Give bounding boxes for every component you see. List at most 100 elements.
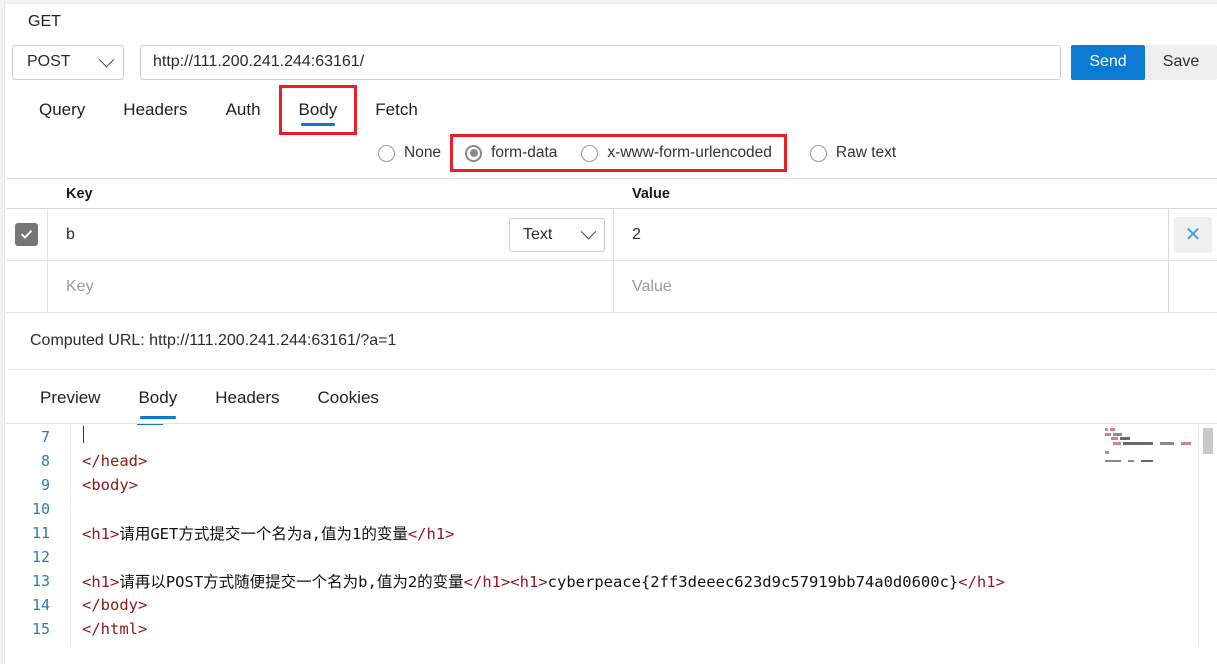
window-left-edge [0, 0, 5, 664]
http-method-dropdown[interactable]: POST [12, 44, 124, 80]
editor-minimap[interactable] [1105, 428, 1195, 462]
main-content: GET POST Send Save Query Headers Auth [6, 5, 1217, 645]
editor-line: 11 <h1>请用GET方式提交一个名为a,值为1的变量</h1> [6, 521, 1217, 545]
row-key-cell[interactable]: b Text [48, 209, 614, 260]
radio-form-data[interactable]: form-data [453, 138, 569, 168]
minimap-line [1105, 437, 1195, 441]
minimap-token [1136, 460, 1139, 462]
request-method-heading-label: GET [28, 12, 61, 30]
response-code-editor[interactable]: 7 8 </head> 9 <body> 10 11 <h1>请用GET方式提交一个名为a,值… [6, 423, 1217, 645]
tab-body[interactable]: Body [278, 85, 358, 135]
row-enabled-cell [6, 209, 48, 260]
editor-scrollbar-thumb[interactable] [1203, 428, 1213, 454]
send-button[interactable]: Send [1071, 44, 1145, 80]
minimap-token [1155, 441, 1158, 445]
minimap-line [1105, 446, 1195, 449]
tab-query[interactable]: Query [22, 88, 102, 132]
row-key-value: b [66, 225, 75, 243]
minimap-line [1105, 428, 1195, 431]
radio-raw-text[interactable]: Raw text [798, 138, 908, 168]
minimap-token [1141, 460, 1153, 462]
minimap-token [1181, 441, 1191, 445]
radio-x-www-form-urlencoded[interactable]: x-www-form-urlencoded [569, 138, 784, 168]
editor-line-number: 15 [31, 620, 50, 638]
minimap-line [1105, 456, 1195, 459]
editor-line-content: <h1>请再以POST方式随便提交一个名为b,值为2的变量</h1><h1>cy… [58, 570, 1005, 592]
minimap-token [1105, 437, 1109, 441]
minimap-token [1105, 460, 1121, 462]
editor-line-number: 8 [40, 452, 50, 470]
editor-line: 9 <body> [6, 473, 1217, 497]
code-text: 请用GET方式提交一个名为a,值为1的变量 [119, 525, 408, 543]
editor-line-number: 11 [31, 524, 50, 542]
tab-response-body[interactable]: Body [122, 373, 193, 423]
editor-line: 8 </head> [6, 449, 1217, 473]
tab-preview-label: Preview [40, 388, 101, 407]
row-value-value: 2 [632, 225, 641, 243]
minimap-line [1105, 432, 1195, 436]
close-icon[interactable]: ✕ [1174, 216, 1212, 253]
editor-line-number: 13 [31, 572, 50, 590]
editor-line: 10 [6, 497, 1217, 521]
code-tag: <h1> [510, 573, 548, 591]
tab-body-label: Body [298, 100, 338, 119]
editor-line: 14 </body> [6, 593, 1217, 617]
row-enabled-cell[interactable] [6, 261, 48, 312]
code-tag: <h1> [82, 573, 120, 591]
minimap-token [1105, 450, 1109, 454]
minimap-line [1105, 450, 1195, 454]
code-tag: </h1> [958, 573, 1005, 591]
minimap-token [1111, 437, 1118, 441]
save-button[interactable]: Save [1145, 44, 1217, 80]
editor-line-number: 12 [31, 548, 50, 566]
tab-headers[interactable]: Headers [106, 88, 204, 132]
minimap-token [1105, 441, 1111, 445]
column-header-value: Value [632, 185, 670, 202]
url-bar: POST Send Save [6, 38, 1217, 86]
window-top-edge [5, 0, 1217, 4]
code-tag: </html> [82, 620, 148, 638]
table-row: b Text 2 ✕ [6, 209, 1217, 261]
tab-cookies-label: Cookies [317, 388, 379, 407]
row-value-cell[interactable]: Value [614, 261, 1169, 312]
table-header-value-cell: Value [614, 186, 1169, 202]
tab-response-headers[interactable]: Headers [199, 373, 295, 423]
radio-none[interactable]: None [366, 138, 453, 168]
row-enabled-checkbox[interactable] [15, 223, 38, 246]
computed-url: Computed URL: http://111.200.241.244:631… [6, 313, 1217, 369]
minimap-token [1110, 428, 1115, 431]
row-key-cell[interactable]: Key [48, 261, 614, 312]
minimap-token [1160, 441, 1174, 445]
body-type-highlight-box: form-data x-www-form-urlencoded [450, 134, 787, 172]
minimap-line [1105, 460, 1195, 462]
editor-line-content: <body> [58, 476, 138, 494]
tab-response-headers-label: Headers [215, 388, 280, 407]
row-type-value: Text [523, 225, 553, 243]
tab-response-body-label: Body [138, 388, 178, 407]
minimap-token [1113, 432, 1122, 436]
tab-auth[interactable]: Auth [209, 88, 278, 132]
form-data-table: Key Value b Text 2 ✕ Key Value [6, 178, 1217, 313]
radio-x-www-form-urlencoded-indicator [581, 144, 599, 162]
editor-line-number: 9 [40, 476, 50, 494]
row-type-dropdown[interactable]: Text [509, 217, 605, 252]
editor-line: 15 </html> [6, 617, 1217, 641]
minimap-divider [1198, 424, 1199, 645]
url-input[interactable] [140, 44, 1061, 80]
editor-line-content: </html> [58, 620, 147, 638]
editor-line: 7 [6, 425, 1217, 449]
tab-fetch[interactable]: Fetch [358, 88, 435, 132]
tab-cookies[interactable]: Cookies [301, 373, 394, 423]
tab-underline [139, 415, 176, 419]
radio-form-data-label: form-data [491, 144, 558, 161]
code-tag: <body> [82, 476, 138, 494]
table-header-row: Key Value [6, 179, 1217, 209]
tab-preview[interactable]: Preview [24, 373, 116, 423]
editor-line-content: </head> [58, 452, 147, 470]
tab-auth-label: Auth [225, 100, 261, 119]
row-value-placeholder: Value [632, 277, 672, 295]
code-tag: <h1> [82, 525, 120, 543]
row-value-cell[interactable]: 2 [614, 209, 1169, 260]
editor-line-number: 14 [31, 596, 50, 614]
radio-none-label: None [404, 144, 442, 161]
